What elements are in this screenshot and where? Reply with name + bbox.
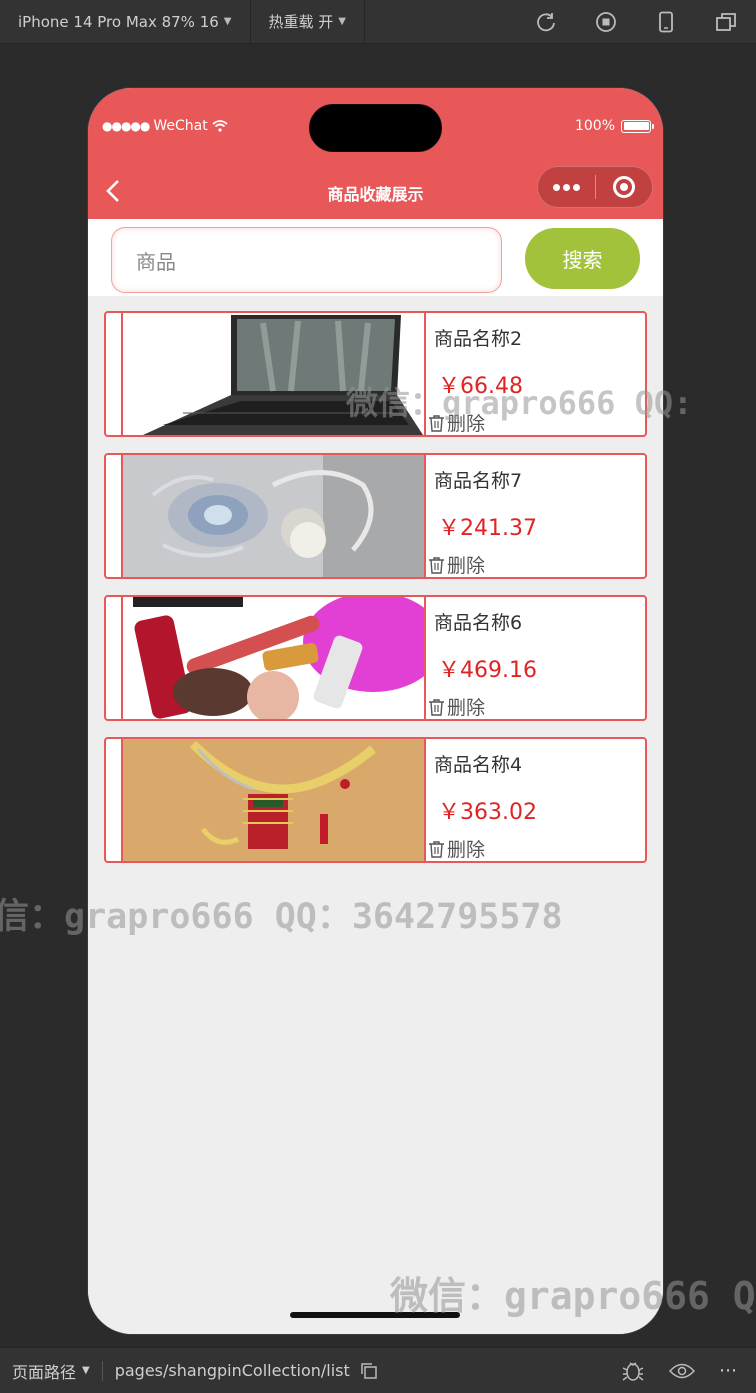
stop-icon[interactable]	[576, 0, 636, 44]
search-bar: 搜索	[88, 219, 663, 296]
favorites-list: 商品名称2 ￥66.48 删除 商品名称7 ￥241.37 删除 商品名称6 ￥…	[88, 296, 663, 1334]
chevron-down-icon: ▼	[223, 16, 232, 27]
list-item[interactable]: 商品名称6 ￥469.16 删除	[104, 595, 647, 721]
product-price: ￥241.37	[438, 516, 537, 541]
copy-icon[interactable]	[360, 1362, 378, 1380]
delete-button[interactable]: 删除	[428, 409, 485, 436]
refresh-icon[interactable]	[516, 0, 576, 44]
signal-icon: ●●●●●	[102, 119, 150, 133]
divider	[101, 1360, 103, 1381]
nav-bar: 商品收藏展示	[88, 162, 663, 219]
product-image-jewelry[interactable]	[121, 455, 426, 577]
battery-percent: 100%	[574, 118, 615, 134]
product-price: ￥66.48	[438, 374, 523, 399]
carrier-label: WeChat	[153, 118, 208, 134]
trash-icon	[429, 414, 444, 432]
ide-bottom-bar: 页面路径 ▼ pages/shangpinCollection/list ⋯	[0, 1347, 756, 1393]
trash-icon	[429, 556, 444, 574]
ide-toolbar: iPhone 14 Pro Max 87% 16 ▼ 热重载 开 ▼	[0, 0, 756, 44]
list-item[interactable]: 商品名称7 ￥241.37 删除	[104, 453, 647, 579]
more-options-icon[interactable]: ⋯	[719, 1360, 738, 1381]
list-item[interactable]: 商品名称2 ￥66.48 删除	[104, 311, 647, 437]
chevron-down-icon: ▼	[82, 1365, 90, 1376]
device-selector[interactable]: iPhone 14 Pro Max 87% 16 ▼	[0, 0, 251, 44]
delete-label: 删除	[447, 839, 486, 861]
bug-icon[interactable]	[621, 1360, 645, 1382]
page-path-dropdown[interactable]: 页面路径 ▼	[0, 1359, 90, 1383]
battery-icon	[621, 119, 654, 133]
product-name: 商品名称2	[434, 328, 523, 350]
close-mini-program-icon[interactable]	[595, 176, 652, 198]
product-image-necklace[interactable]	[121, 739, 426, 861]
more-icon[interactable]	[538, 183, 595, 191]
product-name: 商品名称6	[434, 612, 523, 634]
status-bar: ●●●●● WeChat 100%	[88, 88, 663, 162]
product-image-cosmetics[interactable]	[121, 597, 426, 719]
product-name: 商品名称7	[434, 470, 523, 492]
home-indicator	[290, 1312, 460, 1318]
page-path: pages/shangpinCollection/list	[114, 1361, 350, 1380]
hot-reload-toggle[interactable]: 热重载 开 ▼	[251, 0, 365, 44]
product-price: ￥363.02	[438, 800, 537, 825]
search-button[interactable]: 搜索	[525, 228, 640, 289]
device-label: iPhone 14 Pro Max 87% 16	[18, 12, 219, 31]
product-price: ￥469.16	[438, 658, 537, 683]
phone-simulator: ●●●●● WeChat 100% 商品收藏展示 搜索	[88, 88, 663, 1334]
wifi-icon	[212, 120, 228, 132]
product-image-laptop[interactable]	[121, 313, 426, 435]
phone-preview-icon[interactable]	[636, 0, 696, 44]
eye-icon[interactable]	[669, 1362, 695, 1380]
search-input[interactable]	[111, 227, 502, 293]
dynamic-island	[309, 104, 442, 152]
delete-button[interactable]: 删除	[428, 551, 485, 578]
trash-icon	[429, 840, 444, 858]
delete-label: 删除	[447, 413, 486, 435]
delete-label: 删除	[447, 697, 486, 719]
delete-label: 删除	[447, 555, 486, 577]
trash-icon	[429, 698, 444, 716]
detach-window-icon[interactable]	[696, 0, 756, 44]
chevron-down-icon: ▼	[338, 16, 346, 27]
mini-program-capsule	[537, 166, 653, 208]
hot-reload-label: 热重载 开	[268, 13, 334, 31]
page-path-label: 页面路径	[12, 1362, 77, 1382]
delete-button[interactable]: 删除	[428, 693, 485, 720]
delete-button[interactable]: 删除	[428, 835, 485, 862]
product-name: 商品名称4	[434, 754, 523, 776]
list-item[interactable]: 商品名称4 ￥363.02 删除	[104, 737, 647, 863]
